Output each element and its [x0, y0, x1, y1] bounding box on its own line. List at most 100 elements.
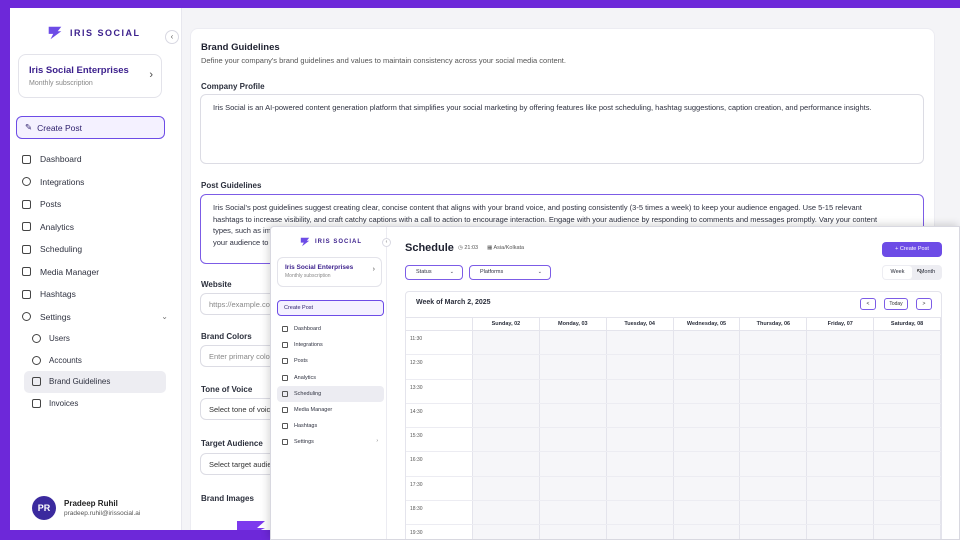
- time-slot-cell[interactable]: [473, 476, 540, 501]
- sidebar-item-media-manager[interactable]: Media Manager: [277, 402, 384, 418]
- time-slot-cell[interactable]: [807, 501, 875, 525]
- logo[interactable]: IRIS SOCIAL: [299, 236, 362, 248]
- time-slot-cell[interactable]: [874, 331, 942, 355]
- org-switcher[interactable]: Iris Social Enterprises Monthly subscrip…: [18, 54, 162, 98]
- create-post-button[interactable]: ✎ Create Post: [16, 116, 165, 139]
- sidebar-item-scheduling[interactable]: Scheduling: [22, 238, 172, 261]
- time-slot-cell[interactable]: [539, 403, 607, 428]
- time-slot-cell[interactable]: [606, 428, 674, 452]
- subnav-item-users[interactable]: Users: [24, 328, 166, 350]
- time-slot-cell[interactable]: [740, 403, 808, 428]
- time-slot-cell[interactable]: [874, 525, 942, 539]
- time-slot-cell[interactable]: [673, 501, 741, 525]
- view-week-button[interactable]: Week: [883, 266, 912, 279]
- sidebar-item-settings[interactable]: Settings ⌄: [22, 306, 172, 329]
- time-slot-cell[interactable]: [740, 379, 808, 403]
- today-button[interactable]: Today: [884, 298, 908, 310]
- time-slot-cell[interactable]: [874, 501, 942, 525]
- tone-of-voice-select[interactable]: Select tone of voic: [200, 398, 280, 420]
- time-slot-cell[interactable]: [673, 525, 741, 539]
- create-post-button-primary[interactable]: + Create Post: [882, 242, 942, 257]
- time-slot-cell[interactable]: [473, 379, 540, 403]
- sidebar-item-hashtags[interactable]: Hashtags: [22, 283, 172, 306]
- time-slot-cell[interactable]: [807, 452, 875, 476]
- time-slot-cell[interactable]: [606, 331, 674, 355]
- sidebar-item-posts[interactable]: Posts: [22, 193, 172, 216]
- sidebar-item-analytics[interactable]: Analytics: [277, 370, 384, 386]
- user-profile[interactable]: PR Pradeep Ruhil pradeep.ruhil@irissocia…: [32, 496, 140, 520]
- time-slot-cell[interactable]: [606, 501, 674, 525]
- prev-week-button[interactable]: <: [860, 298, 876, 310]
- time-slot-cell[interactable]: [606, 452, 674, 476]
- sidebar-item-posts[interactable]: Posts: [277, 353, 384, 369]
- time-slot-cell[interactable]: [673, 476, 741, 501]
- sidebar-item-integrations[interactable]: Integrations: [22, 171, 172, 194]
- sidebar-item-settings[interactable]: Settings ›: [277, 434, 384, 450]
- time-slot-cell[interactable]: [473, 428, 540, 452]
- subnav-item-brand-guidelines[interactable]: Brand Guidelines: [24, 371, 166, 393]
- time-slot-cell[interactable]: [473, 355, 540, 379]
- platforms-filter-dropdown[interactable]: Platforms ⌄: [469, 265, 551, 280]
- time-slot-cell[interactable]: [539, 452, 607, 476]
- time-slot-cell[interactable]: [740, 476, 808, 501]
- sidebar-item-dashboard[interactable]: Dashboard: [22, 148, 172, 171]
- time-slot-cell[interactable]: [606, 403, 674, 428]
- time-slot-cell[interactable]: [473, 525, 540, 539]
- time-slot-cell[interactable]: [740, 355, 808, 379]
- next-week-button[interactable]: >: [916, 298, 932, 310]
- website-input[interactable]: https://example.co: [200, 293, 280, 315]
- time-slot-cell[interactable]: [473, 331, 540, 355]
- sidebar-item-hashtags[interactable]: Hashtags: [277, 418, 384, 434]
- time-slot-cell[interactable]: [874, 428, 942, 452]
- time-slot-cell[interactable]: [606, 525, 674, 539]
- time-slot-cell[interactable]: [807, 403, 875, 428]
- time-slot-cell[interactable]: [673, 452, 741, 476]
- collapse-sidebar-button[interactable]: ‹: [165, 30, 179, 44]
- time-slot-cell[interactable]: [807, 355, 875, 379]
- time-slot-cell[interactable]: [740, 331, 808, 355]
- time-slot-cell[interactable]: [673, 428, 741, 452]
- time-slot-cell[interactable]: [874, 355, 942, 379]
- time-slot-cell[interactable]: [807, 476, 875, 501]
- time-slot-cell[interactable]: [606, 379, 674, 403]
- time-slot-cell[interactable]: [874, 476, 942, 501]
- brand-colors-input[interactable]: Enter primary colo: [200, 345, 280, 367]
- time-slot-cell[interactable]: [473, 501, 540, 525]
- sidebar-item-media-manager[interactable]: Media Manager: [22, 261, 172, 284]
- sidebar-item-integrations[interactable]: Integrations: [277, 337, 384, 353]
- subnav-item-accounts[interactable]: Accounts: [24, 350, 166, 372]
- sidebar-item-scheduling[interactable]: Scheduling: [277, 385, 384, 402]
- time-slot-cell[interactable]: [874, 403, 942, 428]
- create-post-button[interactable]: Create Post: [277, 300, 384, 316]
- collapse-sidebar-button[interactable]: ‹: [382, 238, 391, 247]
- time-slot-cell[interactable]: [807, 331, 875, 355]
- time-slot-cell[interactable]: [740, 501, 808, 525]
- time-slot-cell[interactable]: [473, 452, 540, 476]
- time-slot-cell[interactable]: [807, 428, 875, 452]
- time-slot-cell[interactable]: [539, 379, 607, 403]
- time-slot-cell[interactable]: [606, 476, 674, 501]
- time-slot-cell[interactable]: [539, 331, 607, 355]
- time-slot-cell[interactable]: [473, 403, 540, 428]
- time-slot-cell[interactable]: [740, 525, 808, 539]
- time-slot-cell[interactable]: [539, 355, 607, 379]
- time-slot-cell[interactable]: [740, 428, 808, 452]
- time-slot-cell[interactable]: [539, 428, 607, 452]
- org-switcher[interactable]: Iris Social Enterprises Monthly subscrip…: [277, 257, 382, 287]
- company-profile-textarea[interactable]: Iris Social is an AI-powered content gen…: [200, 94, 924, 164]
- time-slot-cell[interactable]: [807, 525, 875, 539]
- time-slot-cell[interactable]: [539, 476, 607, 501]
- time-slot-cell[interactable]: [874, 452, 942, 476]
- logo[interactable]: IRIS SOCIAL: [46, 24, 141, 42]
- time-slot-cell[interactable]: [539, 525, 607, 539]
- time-slot-cell[interactable]: [874, 379, 942, 403]
- sidebar-item-analytics[interactable]: Analytics: [22, 216, 172, 239]
- time-slot-cell[interactable]: [673, 403, 741, 428]
- time-slot-cell[interactable]: [673, 379, 741, 403]
- sidebar-item-dashboard[interactable]: Dashboard: [277, 321, 384, 337]
- time-slot-cell[interactable]: [539, 501, 607, 525]
- time-slot-cell[interactable]: [740, 452, 808, 476]
- target-audience-select[interactable]: Select target audie: [200, 453, 280, 475]
- time-slot-cell[interactable]: [673, 355, 741, 379]
- time-slot-cell[interactable]: [807, 379, 875, 403]
